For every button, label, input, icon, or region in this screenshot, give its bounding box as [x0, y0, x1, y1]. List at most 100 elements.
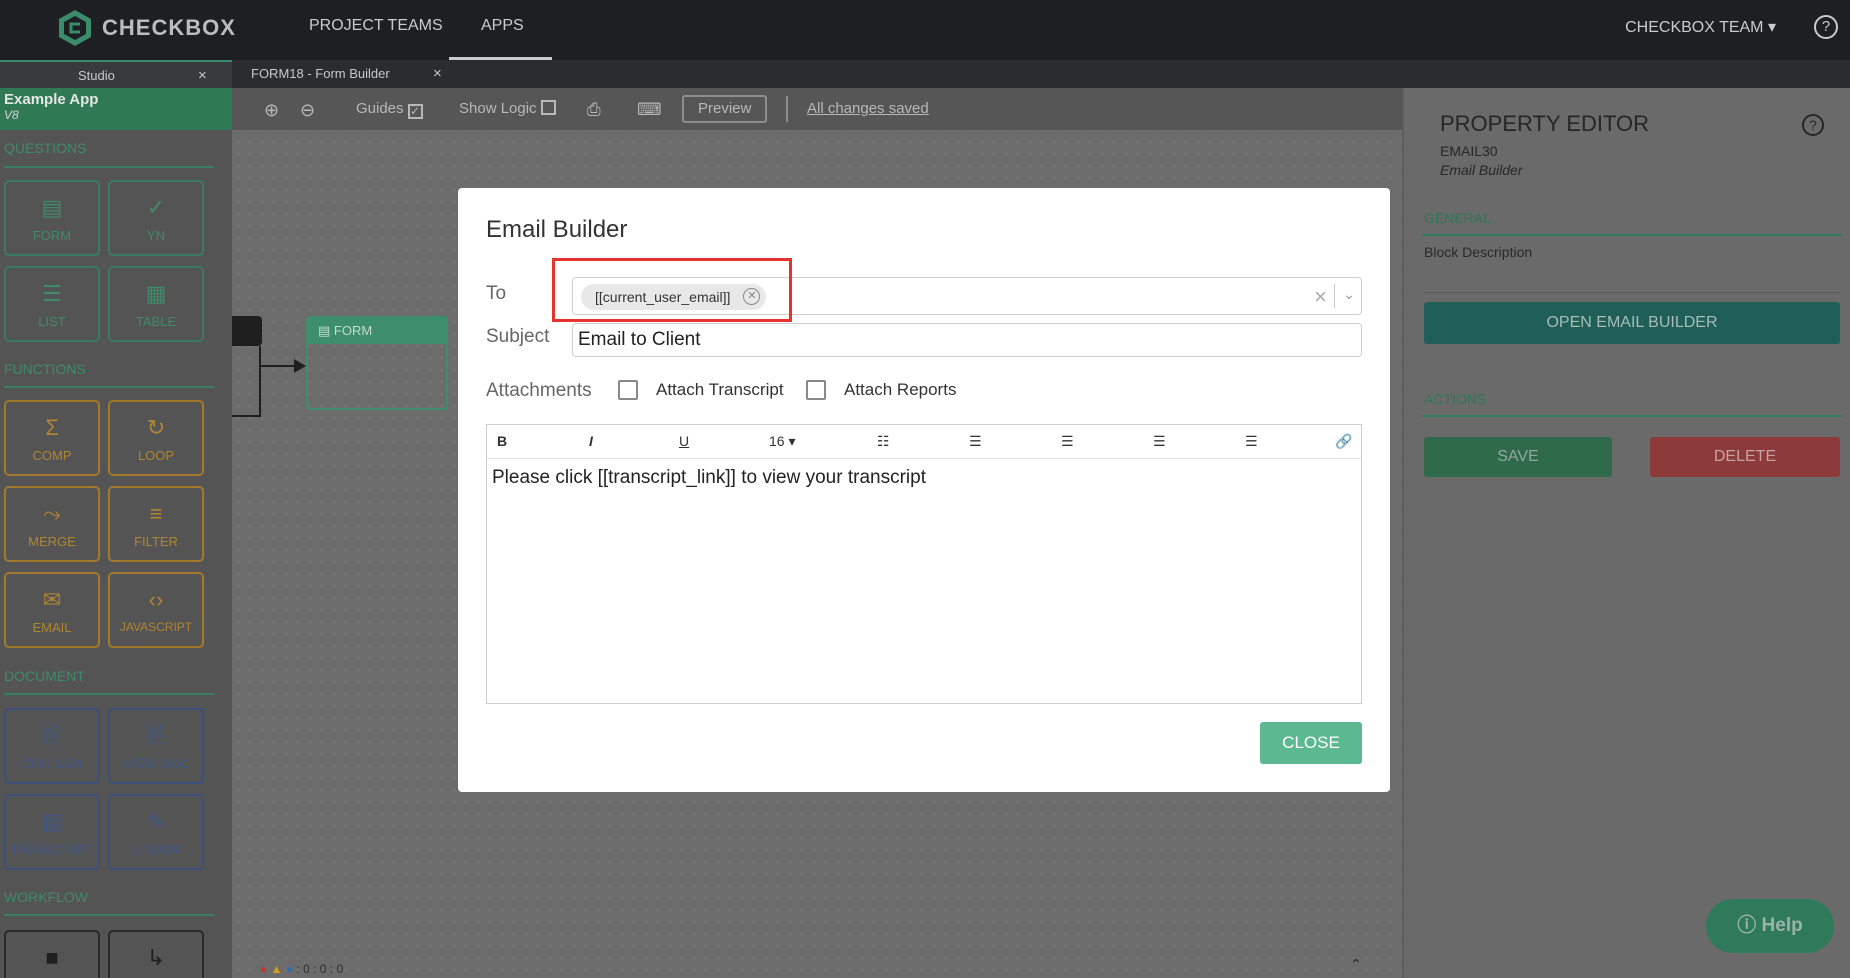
align-center-icon[interactable]: ☰ [1153, 433, 1166, 450]
show-logic-checkbox[interactable] [540, 100, 556, 115]
ordered-list-icon[interactable]: ☷ [877, 433, 890, 450]
bold-icon[interactable]: B [497, 433, 507, 449]
caret-down-icon: ▾ [1767, 19, 1776, 36]
editor-toolbar: B I U 16 ▾ ☷ ☰ ☰ ☰ ☰ 🔗 [487, 425, 1361, 459]
keyboard-icon[interactable]: ⌨ [637, 100, 662, 120]
delete-button[interactable]: DELETE [1650, 437, 1840, 477]
show-logic-toggle[interactable]: Show Logic [459, 100, 556, 117]
chevron-up-icon[interactable]: ⌃ [1350, 956, 1362, 973]
email-body-text[interactable]: Please click [[transcript_link]] to view… [487, 459, 1361, 497]
open-email-builder-button[interactable]: OPEN EMAIL BUILDER [1424, 302, 1840, 344]
section-functions: FUNCTIONS [4, 361, 86, 377]
form-node[interactable]: ▤ FORM [306, 316, 448, 410]
toolbar-divider [786, 96, 788, 122]
tile-label: LOOP [137, 448, 175, 463]
app-header: Example App V8 [0, 88, 232, 130]
warning-icon: ▲ [270, 962, 283, 976]
tile-email[interactable]: ✉ EMAIL [4, 572, 100, 648]
link-icon[interactable]: 🔗 [1335, 433, 1352, 450]
align-right-icon[interactable]: ☰ [1245, 433, 1258, 450]
nav-apps[interactable]: APPS [481, 17, 524, 35]
filter-icon: ≡ [149, 501, 163, 526]
nav-project-teams[interactable]: PROJECT TEAMS [309, 17, 443, 35]
tile-table[interactable]: ▦ TABLE [108, 266, 204, 342]
tile-filter[interactable]: ≡ FILTER [108, 486, 204, 562]
save-status-link[interactable]: All changes saved [807, 100, 929, 117]
turn-arrow-icon: ↳ [146, 945, 166, 970]
clear-icon[interactable]: × [1314, 284, 1327, 310]
tile-javascript[interactable]: ‹› JAVASCRIPT [108, 572, 204, 648]
tile-merge[interactable]: ⤳ MERGE [4, 486, 100, 562]
tile-form[interactable]: ▤ FORM [4, 180, 100, 256]
close-button[interactable]: CLOSE [1260, 722, 1362, 764]
section-document: DOCUMENT [4, 668, 85, 684]
tile-redirect[interactable]: ↳ [108, 930, 204, 978]
guides-label: Guides [356, 100, 404, 117]
help-icon[interactable]: ? [1802, 114, 1824, 136]
highlight-annotation-box [552, 258, 792, 322]
help-label: Help [1761, 915, 1803, 936]
tile-label: YN [146, 228, 166, 243]
property-editor-panel: PROPERTY EDITOR ? EMAIL30 Email Builder … [1402, 88, 1850, 978]
attach-transcript-label: Attach Transcript [656, 380, 784, 399]
pencil-icon: ✎ [146, 809, 166, 834]
tile-label: EMAIL [32, 620, 72, 635]
form-node-header: ▤ FORM [308, 318, 446, 344]
zoom-in-icon[interactable]: ⊕ [264, 100, 279, 121]
section-actions: ACTIONS [1424, 391, 1487, 407]
block-type: Email Builder [1440, 162, 1523, 178]
email-body-editor: B I U 16 ▾ ☷ ☰ ☰ ☰ ☰ 🔗 Please click [[tr… [486, 424, 1362, 704]
subject-input[interactable]: Email to Client [572, 323, 1362, 357]
tab-form-builder[interactable]: FORM18 - Form Builder × [251, 60, 451, 88]
tile-stop[interactable]: ■ [4, 930, 100, 978]
print-icon[interactable]: ⎙ [587, 100, 601, 120]
underline-icon[interactable]: U [679, 433, 689, 449]
stop-icon: ■ [45, 945, 59, 970]
guides-checkbox[interactable]: ✓ [407, 104, 423, 119]
block-description-input[interactable] [1424, 292, 1840, 293]
tile-transcript[interactable]: ▤ TRANSCRIPT [4, 794, 100, 870]
checkbox-logo[interactable]: CHECKBOX [56, 8, 236, 48]
font-size-value: 16 [769, 433, 785, 449]
preview-button[interactable]: Preview [682, 95, 768, 123]
validation-stats: ● ▲ ● : 0 : 0 : 0 [260, 962, 343, 976]
section-workflow: WORKFLOW [4, 889, 88, 905]
attach-reports-checkbox[interactable] [806, 380, 826, 400]
align-left-icon[interactable]: ☰ [1061, 433, 1074, 450]
envelope-icon: ✉ [42, 587, 62, 612]
tab-label: FORM18 - Form Builder [251, 66, 390, 81]
guides-toggle[interactable]: Guides ✓ [356, 100, 423, 119]
merge-icon: ⤳ [43, 501, 61, 526]
list-icon: ☰ [42, 281, 62, 306]
attach-reports-label: Attach Reports [844, 380, 957, 399]
block-palette-sidebar: Example App V8 QUESTIONS ▤ FORM ✓ YN ☰ LIST… [0, 88, 232, 978]
zoom-out-icon[interactable]: ⊖ [300, 100, 315, 121]
section-divider [4, 914, 214, 916]
bullet-list-icon[interactable]: ☰ [969, 433, 982, 450]
italic-icon[interactable]: I [589, 433, 593, 449]
tile-yn[interactable]: ✓ YN [108, 180, 204, 256]
help-chat-button[interactable]: ⓘ Help [1706, 899, 1834, 953]
app-title: Example App [4, 91, 99, 108]
block-description-label: Block Description [1424, 244, 1533, 260]
tile-view-doc[interactable]: 🗎 VIEW DOC [108, 708, 204, 784]
chevron-down-icon[interactable]: ⌄ [1343, 286, 1355, 303]
tile-e-sign[interactable]: ✎ E-SIGN [108, 794, 204, 870]
tab-studio[interactable]: Studio × [0, 60, 232, 88]
checkbox-logo-icon [59, 10, 91, 46]
attach-transcript-checkbox[interactable] [618, 380, 638, 400]
tile-doc-gen[interactable]: 🗎 DOC GEN [4, 708, 100, 784]
tile-label: TABLE [135, 314, 177, 329]
tile-comp[interactable]: Σ COMP [4, 400, 100, 476]
tile-label: VIEW DOC [123, 756, 189, 771]
close-tab-icon[interactable]: × [433, 60, 442, 88]
save-button[interactable]: SAVE [1424, 437, 1612, 477]
help-icon[interactable]: ? [1814, 15, 1838, 39]
tile-list[interactable]: ☰ LIST [4, 266, 100, 342]
modal-title: Email Builder [486, 216, 628, 243]
team-dropdown[interactable]: CHECKBOX TEAM ▾ [1625, 17, 1776, 37]
close-tab-icon[interactable]: × [198, 62, 207, 90]
font-size-select[interactable]: 16 ▾ [769, 433, 796, 450]
info-icon: ● [285, 962, 294, 976]
tile-loop[interactable]: ↻ LOOP [108, 400, 204, 476]
